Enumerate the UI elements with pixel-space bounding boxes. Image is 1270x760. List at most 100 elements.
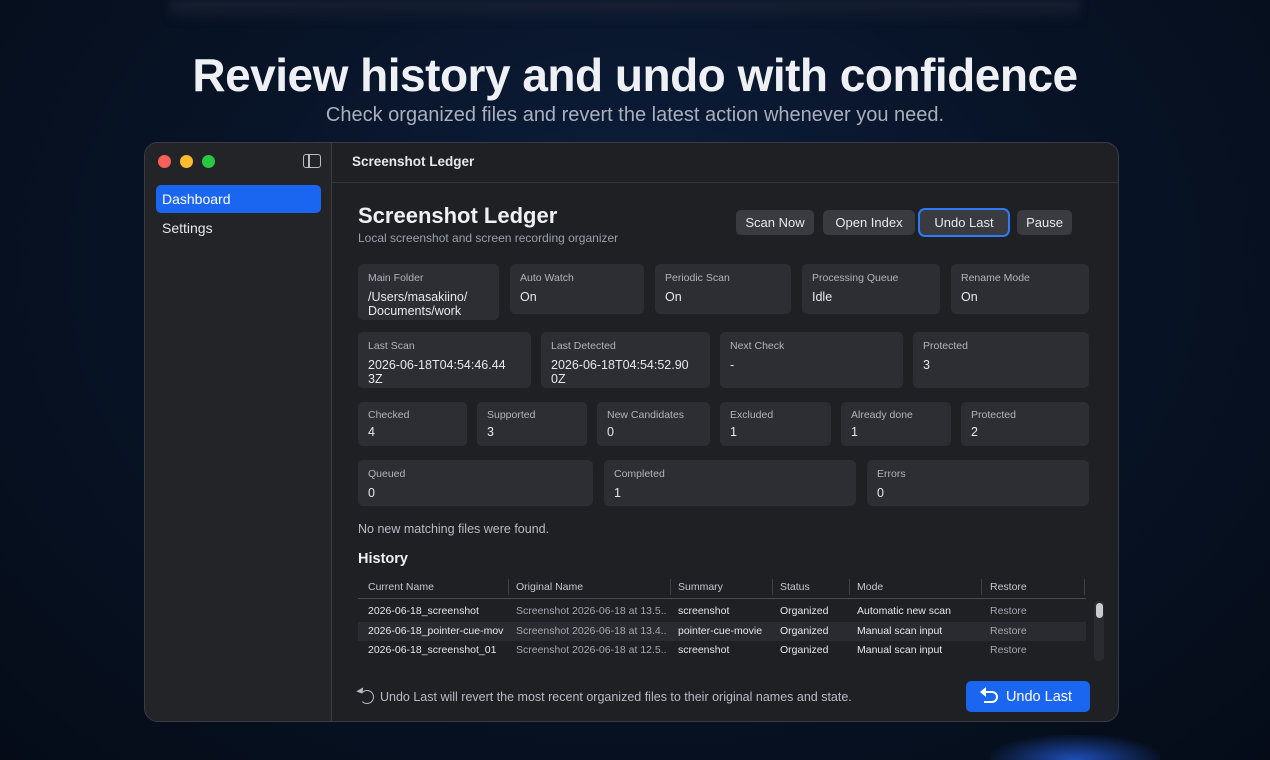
cell-current-name: 2026-06-18_screenshot_01: [368, 644, 497, 656]
card-value: 4: [368, 425, 375, 439]
column-divider: [1084, 579, 1085, 595]
sidebar-item-dashboard[interactable]: Dashboard: [156, 185, 321, 213]
count-card-already-done: Already done 1: [841, 402, 951, 446]
card-value: 1: [851, 425, 858, 439]
app-window: Dashboard Settings Screenshot Ledger Scr…: [144, 142, 1119, 722]
titlebar: Screenshot Ledger: [332, 143, 1118, 183]
cell-original-name: Screenshot 2026-06-18 at 13.4...: [516, 625, 666, 637]
card-label: Checked: [368, 409, 410, 421]
close-window-button[interactable]: [158, 155, 171, 168]
sidebar-toggle-icon[interactable]: [303, 154, 321, 168]
undo-last-primary-button[interactable]: Undo Last: [966, 681, 1090, 712]
card-label: Errors: [877, 468, 906, 480]
card-label: Protected: [971, 409, 1016, 421]
card-value: On: [961, 290, 978, 304]
column-header-status[interactable]: Status: [780, 581, 810, 593]
scan-now-button[interactable]: Scan Now: [736, 210, 814, 235]
column-header-current-name[interactable]: Current Name: [368, 581, 434, 593]
status-card-last-detected: Last Detected 2026-06-18T04:54:52.90 0Z: [541, 332, 710, 388]
status-card-next-check: Next Check -: [720, 332, 903, 388]
cell-status: Organized: [780, 644, 829, 656]
cell-original-name: Screenshot 2026-06-18 at 13.5...: [516, 605, 666, 617]
window-controls: [158, 155, 215, 168]
count-card-checked: Checked 4: [358, 402, 467, 446]
cell-summary: pointer-cue-movie: [678, 625, 763, 637]
status-card-protected: Protected 3: [913, 332, 1089, 388]
column-header-mode[interactable]: Mode: [857, 581, 883, 593]
card-label: Excluded: [730, 409, 774, 421]
page-subtitle: Local screenshot and screen recording or…: [358, 231, 619, 245]
restore-link[interactable]: Restore: [990, 625, 1080, 637]
card-label: Queued: [368, 468, 406, 480]
history-table-header: Current Name Original Name Summary Statu…: [358, 577, 1086, 599]
table-row[interactable]: 2026-06-18_pointer-cue-mov Screenshot 20…: [358, 622, 1086, 641]
bottom-glow: [990, 735, 1160, 760]
card-value: 2026-06-18T04:54:52.90 0Z: [551, 358, 689, 386]
card-label: Supported: [487, 409, 536, 421]
status-card-last-scan: Last Scan 2026-06-18T04:54:46.44 3Z: [358, 332, 531, 388]
hero-title: Review history and undo with confidence: [192, 49, 1078, 101]
zoom-window-button[interactable]: [202, 155, 215, 168]
sidebar: Dashboard Settings: [145, 143, 332, 721]
card-label: Main Folder: [368, 272, 424, 284]
open-index-button[interactable]: Open Index: [823, 210, 915, 235]
status-card-periodic-scan: Periodic Scan On: [655, 264, 791, 314]
status-card-auto-watch: Auto Watch On: [510, 264, 644, 314]
column-divider: [670, 579, 671, 595]
count-card-supported: Supported 3: [477, 402, 587, 446]
card-label: Auto Watch: [520, 272, 574, 284]
scan-result-message: No new matching files were found.: [358, 522, 550, 536]
table-row[interactable]: 2026-06-18_screenshot Screenshot 2026-06…: [358, 602, 1086, 621]
card-label: Next Check: [730, 340, 785, 352]
restore-link[interactable]: Restore: [990, 644, 1080, 656]
card-value: 1: [730, 425, 737, 439]
queue-card-completed: Completed 1: [604, 460, 856, 506]
undo-last-button[interactable]: Undo Last: [920, 210, 1008, 235]
sidebar-item-settings[interactable]: Settings: [156, 214, 321, 242]
card-value: 1: [614, 486, 621, 500]
card-label: Last Scan: [368, 340, 415, 352]
cell-mode: Manual scan input: [857, 625, 943, 637]
card-label: Completed: [614, 468, 665, 480]
restore-link[interactable]: Restore: [990, 605, 1080, 617]
cell-current-name: 2026-06-18_pointer-cue-mov: [368, 625, 504, 637]
queue-card-queued: Queued 0: [358, 460, 593, 506]
window-title: Screenshot Ledger: [352, 154, 475, 169]
cell-current-name: 2026-06-18_screenshot: [368, 605, 479, 617]
card-value: On: [520, 290, 537, 304]
column-divider: [772, 579, 773, 595]
card-value: 3: [487, 425, 494, 439]
cell-summary: screenshot: [678, 644, 730, 656]
column-header-restore[interactable]: Restore: [990, 581, 1027, 593]
card-value: 2026-06-18T04:54:46.44 3Z: [368, 358, 506, 386]
undo-hint-text: Undo Last will revert the most recent or…: [380, 690, 852, 704]
undo-arrow-icon: [979, 686, 998, 703]
status-card-rename-mode: Rename Mode On: [951, 264, 1089, 314]
card-value: On: [665, 290, 682, 304]
card-label: Periodic Scan: [665, 272, 730, 284]
minimize-window-button[interactable]: [180, 155, 193, 168]
pause-button[interactable]: Pause: [1017, 210, 1072, 235]
card-label: Last Detected: [551, 340, 616, 352]
card-label: New Candidates: [607, 409, 685, 421]
table-row[interactable]: 2026-06-18_screenshot_01 Screenshot 2026…: [358, 641, 1086, 660]
status-card-processing-queue: Processing Queue Idle: [802, 264, 940, 314]
history-heading: History: [358, 551, 408, 567]
card-value: 3: [923, 358, 930, 372]
cell-mode: Manual scan input: [857, 644, 943, 656]
column-header-original-name[interactable]: Original Name: [516, 581, 583, 593]
cell-status: Organized: [780, 625, 829, 637]
column-header-summary[interactable]: Summary: [678, 581, 723, 593]
hero-subtitle: Check organized files and revert the lat…: [325, 104, 945, 126]
card-value: /Users/masakiino/ Documents/work: [368, 290, 468, 318]
table-scrollbar-thumb[interactable]: [1096, 603, 1103, 618]
cell-mode: Automatic new scan: [857, 605, 951, 617]
card-value: 0: [368, 486, 375, 500]
card-label: Already done: [851, 409, 913, 421]
undo-last-primary-label: Undo Last: [1005, 688, 1073, 705]
top-glow: [170, 0, 1080, 22]
column-divider: [849, 579, 850, 595]
count-card-new-candidates: New Candidates 0: [597, 402, 710, 446]
card-value: -: [730, 358, 735, 372]
count-card-protected: Protected 2: [961, 402, 1089, 446]
